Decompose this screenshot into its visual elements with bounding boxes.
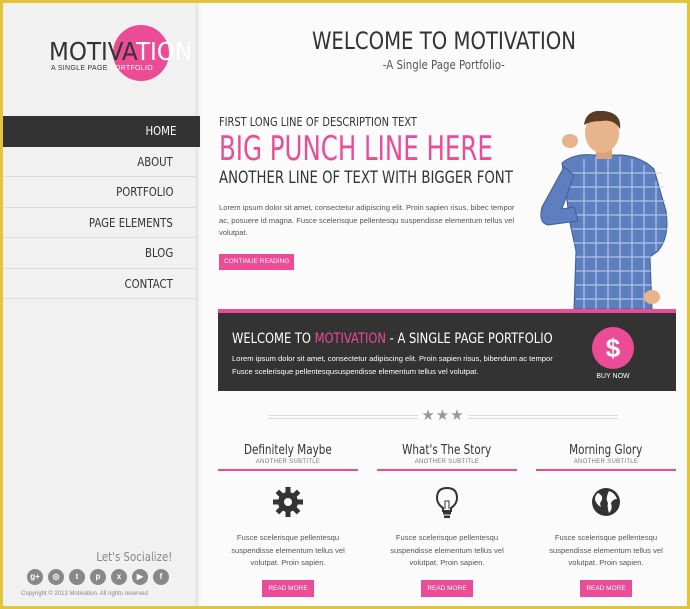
stars-icon: ★★★: [418, 406, 468, 424]
logo-tagline: A SINGLE PAGE PORTFOLIO: [51, 65, 153, 72]
google-plus-icon[interactable]: g+: [27, 569, 43, 585]
main-nav: HOME ABOUT PORTFOLIO PAGE ELEMENTS BLOG …: [3, 116, 200, 299]
buy-now-button[interactable]: BUY NOW: [584, 373, 642, 380]
hero-line3: ANOTHER LINE OF TEXT WITH BIGGER FONT: [219, 168, 513, 188]
page-title: WELCOME TO MOTIVATION: [311, 27, 576, 55]
pinterest-icon[interactable]: p: [90, 569, 106, 585]
sidebar: MOTIVATION A SINGLE PAGE PORTFOLIO HOME …: [3, 3, 200, 606]
page-subtitle: -A Single Page Portfolio-: [382, 58, 506, 72]
nav-item-about[interactable]: ABOUT: [3, 147, 197, 177]
logo[interactable]: MOTIVATION A SINGLE PAGE PORTFOLIO: [49, 25, 192, 81]
feature-column: Morning Glory ANOTHER SUBTITLE Fusce sce…: [536, 443, 676, 597]
xing-icon[interactable]: x: [111, 569, 127, 585]
continue-reading-button[interactable]: CONTINUE READING: [219, 253, 295, 270]
lightbulb-icon: [435, 486, 459, 518]
banner-body-text: Lorem ipsum dolor sit amet, consectetur …: [232, 354, 553, 376]
welcome-banner: WELCOME TO MOTIVATION - A SINGLE PAGE PO…: [218, 309, 676, 391]
banner-title: WELCOME TO MOTIVATION - A SINGLE PAGE PO…: [232, 331, 553, 347]
nav-item-blog[interactable]: BLOG: [3, 238, 197, 269]
copyright: Copyright © 2013 Motivation. All rights …: [21, 591, 148, 597]
social-title: Let's Socialize!: [96, 550, 172, 564]
nav-item-home[interactable]: HOME: [3, 116, 200, 147]
youtube-icon[interactable]: ▶: [132, 569, 148, 585]
page-frame: MOTIVATION A SINGLE PAGE PORTFOLIO HOME …: [0, 0, 690, 609]
hero-person-image: [540, 111, 668, 309]
nav-item-portfolio[interactable]: PORTFOLIO: [3, 177, 197, 208]
column-title: Definitely Maybe: [244, 443, 332, 458]
hero-punch-line: BIG PUNCH LINE HERE: [219, 129, 493, 169]
column-text: Fusce scelerisque pellentesqu suspendiss…: [231, 533, 345, 567]
nav-item-contact[interactable]: CONTACT: [3, 269, 197, 299]
gear-icon: [273, 487, 303, 517]
twitter-icon[interactable]: t: [69, 569, 85, 585]
feature-columns: Definitely Maybe ANOTHER SUBTITLE Fusce …: [218, 443, 676, 606]
section-divider: ★★★: [268, 406, 618, 424]
facebook-icon[interactable]: f: [153, 569, 169, 585]
column-subtitle: ANOTHER SUBTITLE: [536, 459, 676, 471]
dollar-icon[interactable]: $: [592, 327, 634, 369]
read-more-button[interactable]: READ MORE: [580, 579, 632, 597]
nav-item-page-elements[interactable]: PAGE ELEMENTS: [3, 208, 197, 238]
hero: FIRST LONG LINE OF DESCRIPTION TEXT BIG …: [219, 115, 519, 270]
globe-icon: [592, 488, 620, 516]
social-icons: g+ ◎ t p x ▶ f: [27, 569, 169, 585]
hero-line1: FIRST LONG LINE OF DESCRIPTION TEXT: [219, 115, 417, 129]
column-subtitle: ANOTHER SUBTITLE: [218, 459, 358, 471]
logo-text: MOTIVATION: [49, 37, 193, 66]
column-title: Morning Glory: [569, 443, 643, 458]
column-text: Fusce scelerisque pellentesqu suspendiss…: [390, 533, 504, 567]
feature-column: What's The Story ANOTHER SUBTITLE Fusce …: [377, 443, 517, 597]
column-text: Fusce scelerisque pellentesqu suspendiss…: [549, 533, 663, 567]
feature-column: Definitely Maybe ANOTHER SUBTITLE Fusce …: [218, 443, 358, 597]
dribbble-icon[interactable]: ◎: [48, 569, 64, 585]
main-content: WELCOME TO MOTIVATION -A Single Page Por…: [198, 3, 687, 606]
column-subtitle: ANOTHER SUBTITLE: [377, 459, 517, 471]
read-more-button[interactable]: READ MORE: [262, 579, 314, 597]
read-more-button[interactable]: READ MORE: [421, 579, 473, 597]
hero-body-text: Lorem ipsum dolor sit amet, consectetur …: [219, 203, 515, 237]
column-title: What's The Story: [402, 443, 492, 458]
